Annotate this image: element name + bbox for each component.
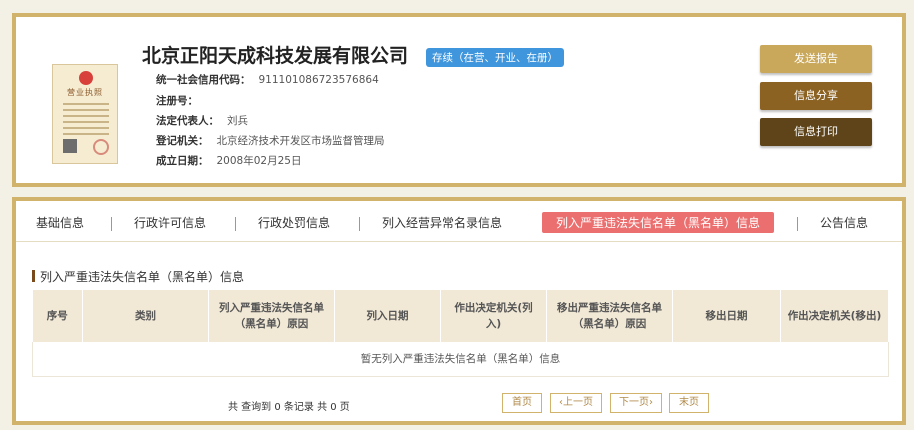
col-list-date: 列入日期 (334, 290, 441, 342)
col-list-reason: 列入严重违法失信名单（黑名单）原因 (208, 290, 335, 342)
pager-summary: 共 查询到 0 条记录 共 0 页 (228, 402, 350, 413)
tab-announcement[interactable]: 公告信息 (820, 214, 868, 231)
blacklist-table: 序号 类别 列入严重违法失信名单（黑名单）原因 列入日期 作出决定机关(列入) … (32, 290, 889, 377)
info-establishment-date: 成立日期： 2008年02月25日 (156, 155, 302, 167)
col-remove-authority: 作出决定机关(移出) (780, 290, 889, 342)
tab-divider (359, 217, 360, 231)
section-title: 列入严重违法失信名单（黑名单）信息 (32, 268, 244, 285)
tab-divider (797, 217, 798, 231)
share-info-button[interactable]: 信息分享 (760, 82, 872, 110)
company-header-panel: 营业执照 北京正阳天成科技发展有限公司 存续（在营、开业、在册） 统一社会信用代… (12, 13, 906, 187)
tab-admin-penalty[interactable]: 行政处罚信息 (258, 214, 330, 231)
tab-abnormal-operation[interactable]: 列入经营异常名录信息 (382, 214, 502, 231)
next-page-button[interactable]: 下一页› (610, 393, 662, 413)
tab-divider (235, 217, 236, 231)
table-row: 暂无列入严重违法失信名单（黑名单）信息 (32, 342, 889, 377)
status-badge: 存续（在营、开业、在册） (426, 48, 564, 67)
tab-underline (16, 241, 902, 242)
col-remove-date: 移出日期 (672, 290, 781, 342)
license-title: 营业执照 (67, 88, 103, 97)
license-text-lines (63, 103, 109, 139)
col-list-authority: 作出决定机关(列入) (440, 290, 547, 342)
tab-basic-info[interactable]: 基础信息 (36, 214, 84, 231)
tab-blacklist[interactable]: 列入严重违法失信名单（黑名单）信息 (542, 212, 775, 233)
table-header-row: 序号 类别 列入严重违法失信名单（黑名单）原因 列入日期 作出决定机关(列入) … (32, 290, 889, 342)
last-page-button[interactable]: 末页 (669, 393, 709, 413)
info-registration-authority: 登记机关： 北京经济技术开发区市场监督管理局 (156, 135, 385, 147)
col-index: 序号 (32, 290, 83, 342)
first-page-button[interactable]: 首页 (502, 393, 542, 413)
tab-bar: 基础信息 行政许可信息 行政处罚信息 列入经营异常名录信息 列入严重违法失信名单… (16, 210, 902, 238)
empty-message: 暂无列入严重违法失信名单（黑名单）信息 (32, 342, 889, 377)
send-report-button[interactable]: 发送报告 (760, 45, 872, 73)
info-legal-representative: 法定代表人： 刘兵 (156, 115, 248, 127)
prev-page-button[interactable]: ‹上一页 (550, 393, 602, 413)
print-info-button[interactable]: 信息打印 (760, 118, 872, 146)
detail-panel: 基础信息 行政许可信息 行政处罚信息 列入经营异常名录信息 列入严重违法失信名单… (12, 197, 906, 425)
national-emblem-icon (79, 71, 93, 85)
tab-admin-license[interactable]: 行政许可信息 (134, 214, 206, 231)
info-credit-code: 统一社会信用代码： 911101086723576864 (156, 74, 379, 86)
tab-divider (111, 217, 112, 231)
seal-icon (93, 139, 109, 155)
col-category: 类别 (82, 290, 209, 342)
col-remove-reason: 移出严重违法失信名单（黑名单）原因 (546, 290, 673, 342)
company-name: 北京正阳天成科技发展有限公司 (142, 45, 409, 67)
business-license-image: 营业执照 (52, 64, 118, 164)
qr-code-icon (63, 139, 77, 153)
info-registration-number: 注册号： (156, 95, 198, 107)
